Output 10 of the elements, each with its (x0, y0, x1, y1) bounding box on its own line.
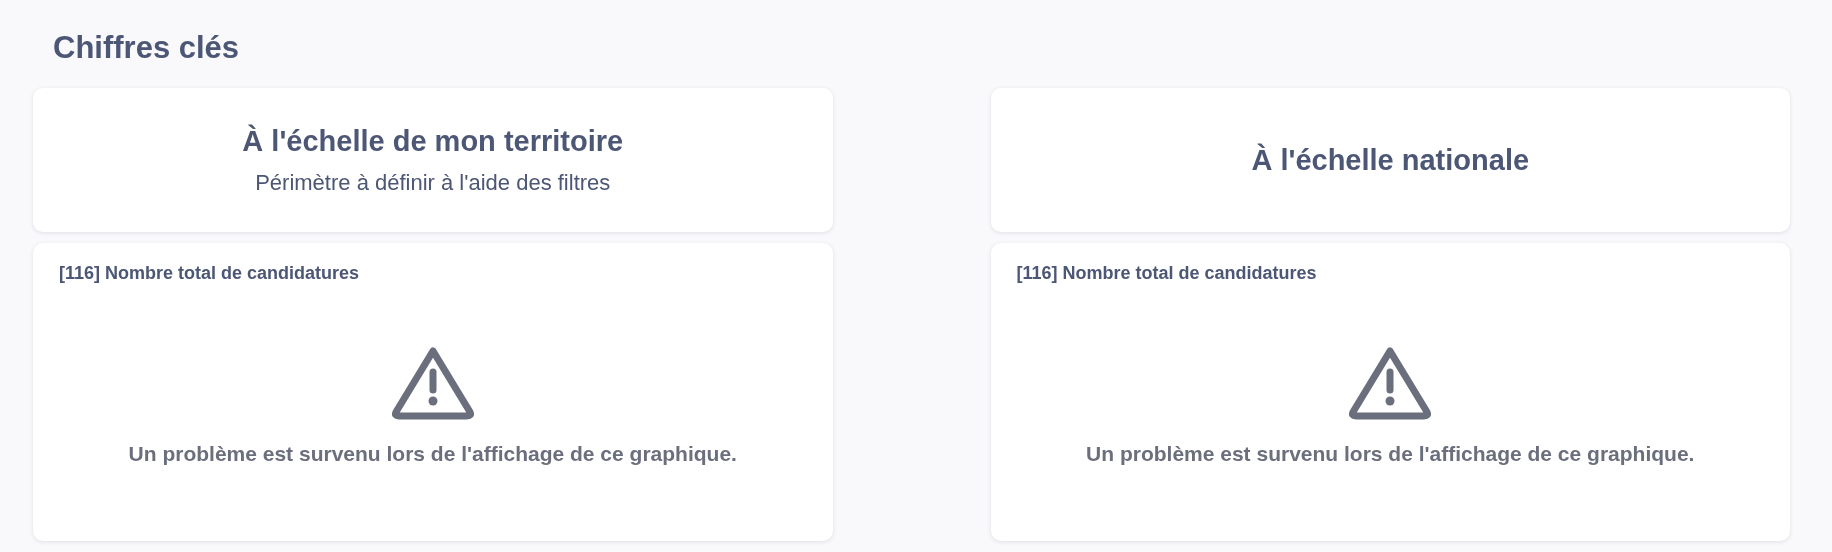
chart-title: [116] Nombre total de candidatures (59, 263, 361, 284)
warning-icon (1347, 345, 1434, 420)
scope-subtitle: Périmètre à définir à l'aide des filtres (255, 169, 611, 196)
scope-title: À l'échelle de mon territoire (242, 124, 624, 158)
section-title: Chiffres clés (53, 29, 241, 67)
warning-icon (389, 345, 476, 420)
chart-title: [116] Nombre total de candidatures (1016, 263, 1318, 284)
error-message: Un problème est survenu lors de l'affichage de ce graphique. (128, 441, 737, 466)
error-message: Un problème est survenu lors de l'affichage de ce graphique. (1086, 441, 1695, 466)
scope-title: À l'échelle nationale (1251, 143, 1530, 177)
